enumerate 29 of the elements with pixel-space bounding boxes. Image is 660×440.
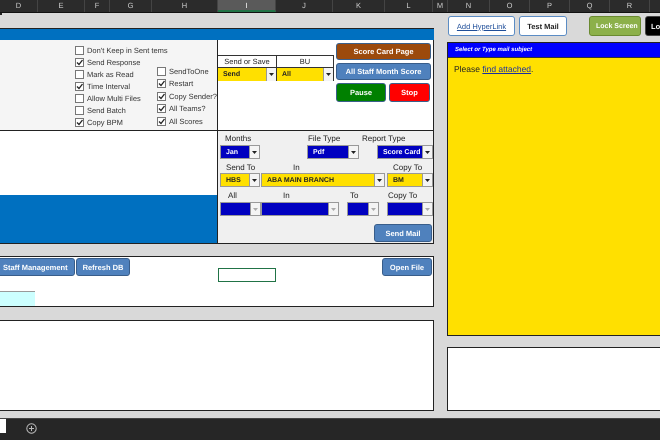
field-label: Copy To [388,191,418,200]
checkbox[interactable] [157,79,166,88]
link[interactable]: find attached [482,64,532,74]
field-label: In [293,163,300,172]
field-label: All [228,191,237,200]
field-label: Send To [226,163,256,172]
caret-icon [266,68,276,81]
field-label: In [283,191,290,200]
field-label: File Type [308,134,340,143]
field-label: To [350,191,358,200]
caret-icon [422,203,432,215]
caret-icon [250,203,260,215]
field-label: Months [225,134,252,143]
selected-cell[interactable] [218,268,276,282]
mail-body-text: Please find attached. [454,64,534,74]
caret-icon [323,68,333,81]
caret-icon [249,146,259,158]
caret-icon [422,174,432,186]
caret-icon [348,146,358,158]
field-label: Copy To [393,163,422,172]
highlighted-cell [0,291,35,306]
caret-icon [374,174,384,186]
field-label: Report Type [362,134,406,143]
checkbox[interactable] [157,104,166,113]
caret-icon [368,203,378,215]
add-sheet-icon[interactable] [26,423,37,434]
caret-icon [249,174,259,186]
caret-icon [328,203,338,215]
caret-icon [422,146,432,158]
